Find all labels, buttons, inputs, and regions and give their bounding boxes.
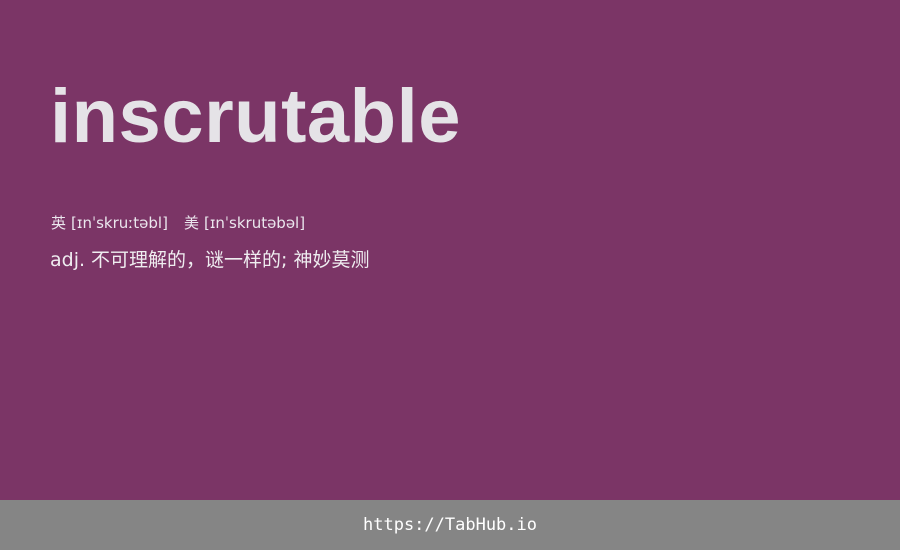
us-pronunciation: 美 [ɪnˈskrutəbəl] [184, 212, 305, 234]
part-of-speech: adj. [50, 249, 86, 271]
footer-bar: https://TabHub.io [0, 500, 900, 550]
headword: inscrutable [50, 74, 461, 159]
word-card: inscrutable 英 [ɪnˈskruːtəbl] 美 [ɪnˈskrut… [0, 0, 900, 500]
pronunciation-row: 英 [ɪnˈskruːtəbl] 美 [ɪnˈskrutəbəl] [51, 212, 305, 234]
definition-row: adj. 不可理解的，谜一样的; 神妙莫测 [50, 246, 369, 274]
us-ipa-transcription: [ɪnˈskrutəbəl] [203, 214, 306, 232]
uk-region-label: 英 [51, 214, 67, 232]
uk-pronunciation: 英 [ɪnˈskruːtəbl] [51, 212, 168, 234]
definition-text: 不可理解的，谜一样的; 神妙莫测 [91, 249, 370, 271]
uk-ipa-transcription: [ɪnˈskruːtəbl] [71, 214, 168, 232]
tabhub-link[interactable]: https://TabHub.io [363, 513, 537, 537]
us-region-label: 美 [183, 214, 199, 232]
